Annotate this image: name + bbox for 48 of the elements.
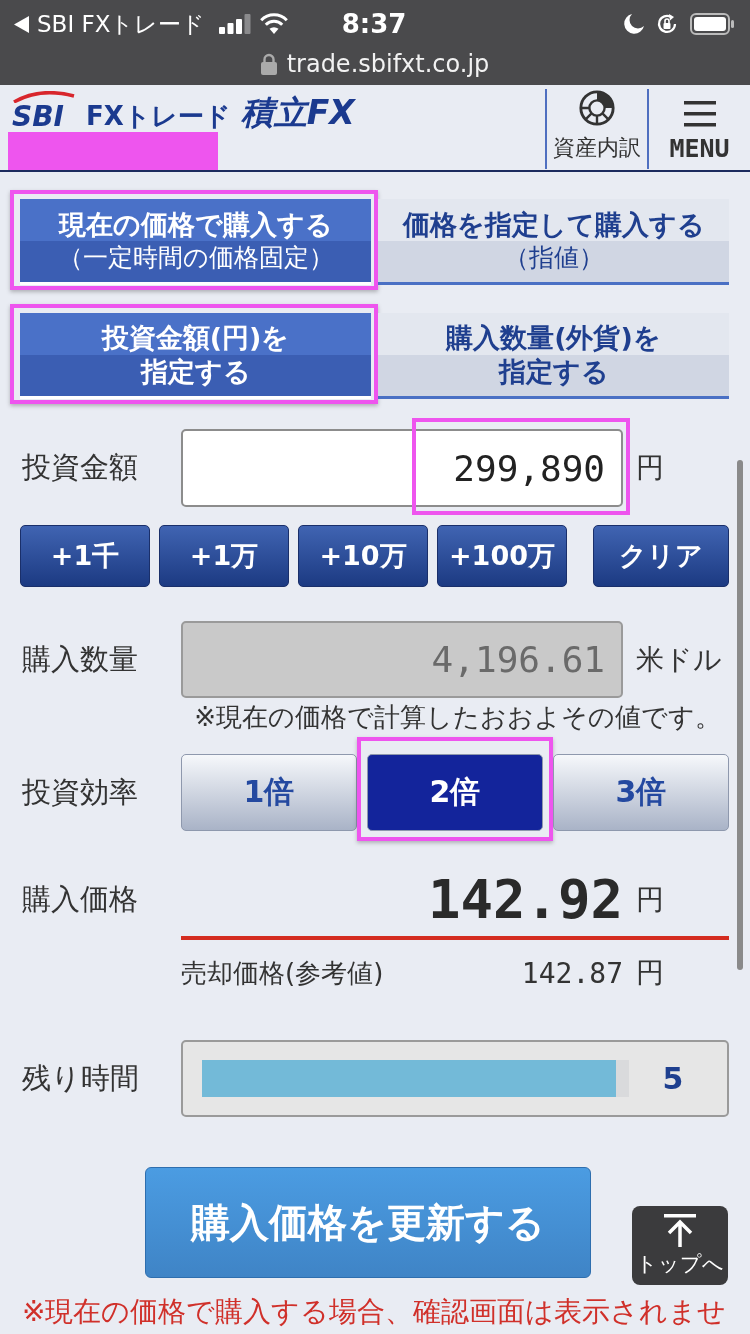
sell-price-value: 142.87 — [521, 956, 623, 990]
leverage-option[interactable]: 1倍 — [181, 754, 357, 831]
arrow-up-icon — [662, 1213, 698, 1248]
tab[interactable]: 現在の価格で購入する （一定時間の価格固定） — [20, 199, 371, 285]
add-amount-button[interactable]: +1万 — [159, 525, 289, 587]
wifi-icon — [259, 13, 290, 35]
unit-label: 円 — [635, 882, 664, 918]
pie-chart-icon — [577, 89, 617, 127]
url-text[interactable]: trade.sbifxt.co.jp — [286, 50, 490, 78]
countdown-value: 5 — [661, 1061, 685, 1096]
swoosh-icon — [12, 91, 76, 103]
tab[interactable]: 投資金額(円)を 指定する — [20, 313, 371, 399]
assets-nav-button[interactable]: 資産内訳 — [545, 89, 647, 169]
menu-icon — [683, 100, 716, 128]
back-app-label[interactable]: SBI FXトレード — [37, 8, 206, 40]
amount-input[interactable]: 299,890 — [181, 429, 623, 507]
warning-note: ※現在の価格で購入する場合、確認画面は表示されませ — [21, 1294, 728, 1330]
tab[interactable]: 価格を指定して購入する （指値） — [378, 199, 729, 285]
logo-service: FXトレード — [86, 101, 231, 131]
unit-label: 円 — [635, 955, 664, 991]
moon-icon — [624, 14, 644, 34]
tab[interactable]: 購入数量(外貨)を 指定する — [378, 313, 729, 399]
sell-price-label: 売却価格(参考値) — [181, 956, 384, 990]
signal-icon — [219, 14, 252, 34]
unit-label: 円 — [635, 450, 664, 486]
clear-button[interactable]: クリア — [593, 525, 729, 587]
logo-product: 積立FX — [240, 95, 355, 131]
leverage-option[interactable]: 2倍 — [367, 754, 543, 831]
add-amount-button[interactable]: +100万 — [437, 525, 567, 587]
rotation-lock-icon — [656, 13, 678, 35]
buy-price-value: 142.92 — [427, 868, 623, 931]
add-amount-button[interactable]: +1千 — [20, 525, 150, 587]
logo-brand: SBI — [12, 103, 64, 131]
lock-icon — [260, 53, 277, 75]
unit-label: 米ドル — [635, 641, 722, 678]
back-to-top-button[interactable]: トップへ — [632, 1206, 728, 1285]
field-label: 残り時間 — [21, 1059, 140, 1097]
field-label: 購入数量 — [21, 640, 139, 678]
menu-nav-button[interactable]: MENU — [647, 89, 750, 169]
field-label: 購入価格 — [21, 881, 139, 918]
leverage-option[interactable]: 3倍 — [553, 754, 729, 831]
battery-icon — [690, 13, 734, 35]
add-amount-button[interactable]: +10万 — [298, 525, 428, 587]
clock-time: 8:37 — [341, 9, 407, 39]
back-icon[interactable] — [14, 15, 29, 33]
field-label: 投資金額 — [21, 449, 139, 486]
field-label: 投資効率 — [21, 773, 139, 811]
approximation-note: ※現在の価格で計算したおおよその値です。 — [193, 701, 722, 733]
